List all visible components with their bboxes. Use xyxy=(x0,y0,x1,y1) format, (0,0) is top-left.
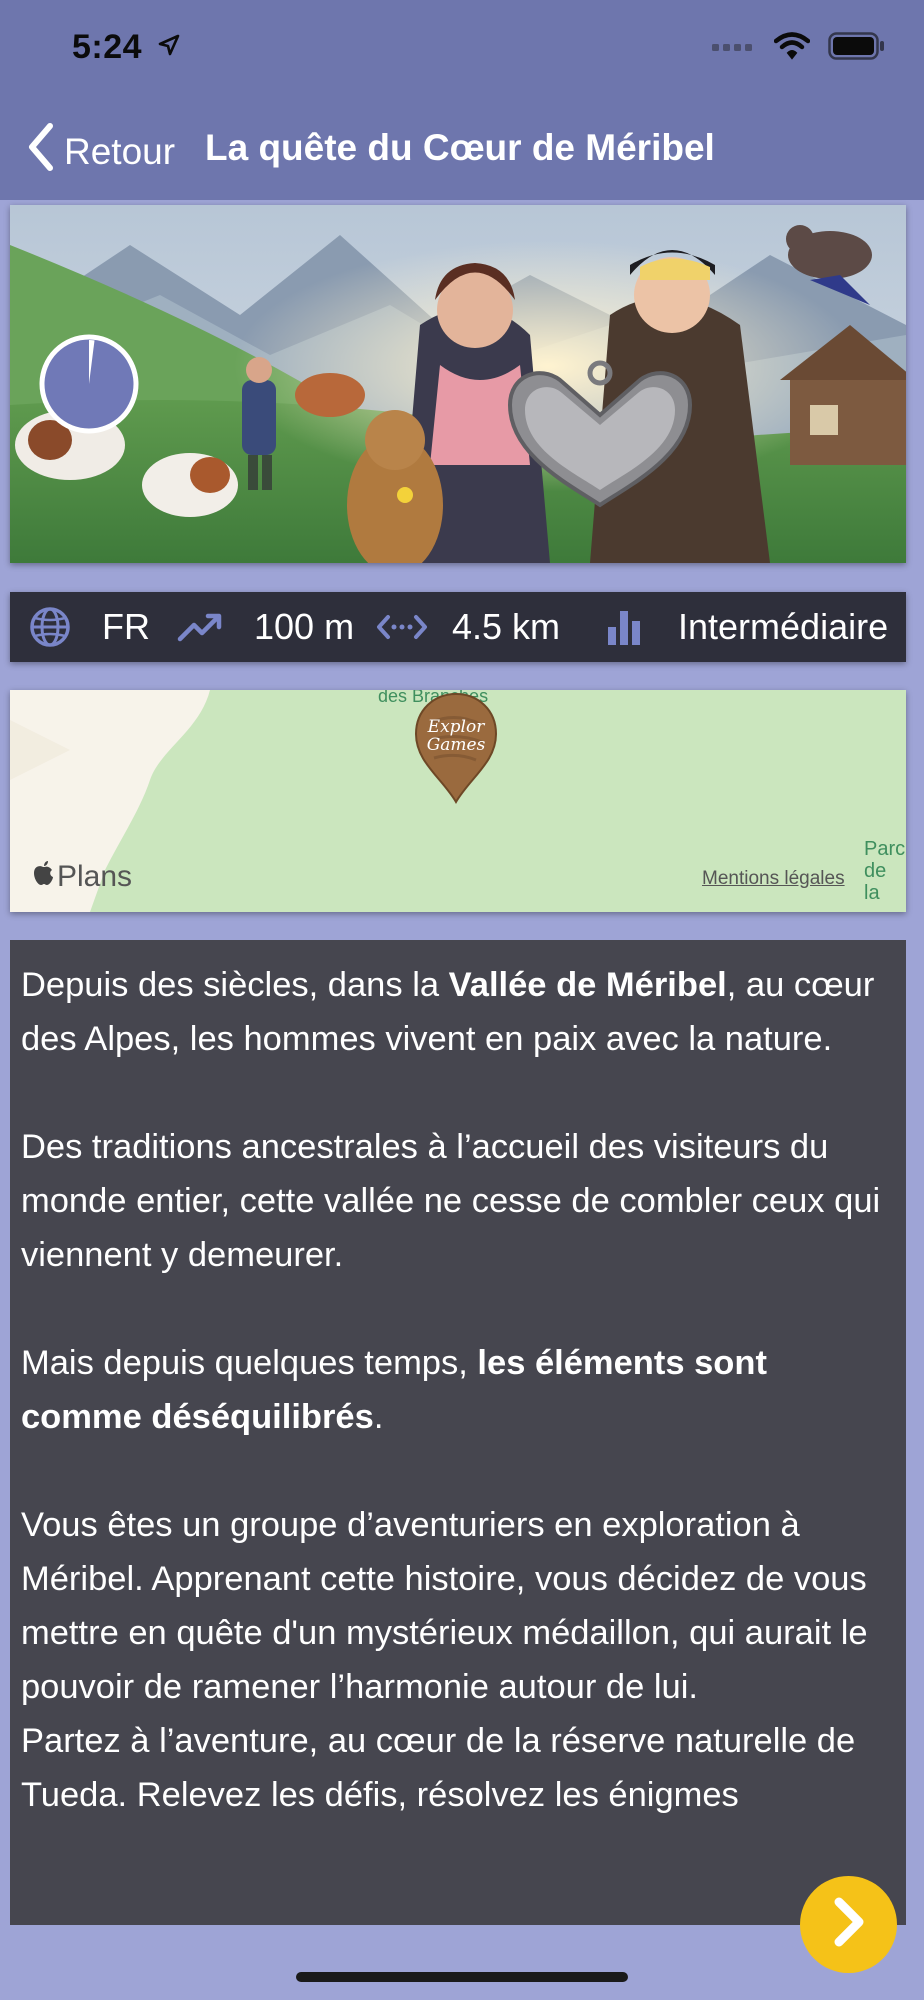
page-title: La quête du Cœur de Méribel xyxy=(205,127,715,168)
next-button[interactable] xyxy=(800,1876,897,1973)
legal-link[interactable]: Mentions légales xyxy=(702,868,845,890)
map-pin-label: Explor Games xyxy=(426,717,486,755)
chevron-left-icon xyxy=(26,122,56,181)
globe-icon xyxy=(28,605,72,649)
chevron-right-icon xyxy=(829,1896,869,1953)
signal-icon xyxy=(712,39,756,58)
map-place-line: Parc xyxy=(864,838,906,860)
map-place-line: de la xyxy=(864,860,887,904)
language-stat: FR xyxy=(28,592,150,662)
elevation-stat: 100 m xyxy=(176,592,354,662)
difficulty-value: Intermédiaire xyxy=(678,606,889,647)
hero-illustration xyxy=(10,205,906,563)
difficulty-stat: Intermédiaire xyxy=(604,592,888,662)
language-value: FR xyxy=(102,606,150,647)
location-arrow-icon xyxy=(158,34,180,61)
description-paragraph: Partez à l’aventure, au cœur de la réser… xyxy=(21,1722,856,1814)
home-indicator[interactable] xyxy=(296,1972,628,1982)
battery-icon xyxy=(828,32,886,65)
wifi-icon xyxy=(773,32,811,65)
description-paragraph: Mais depuis quelques temps, les éléments… xyxy=(21,1336,894,1444)
trending-up-icon xyxy=(176,607,224,647)
back-label: Retour xyxy=(64,130,176,172)
description-paragraph: Des traditions ancestrales à l’accueil d… xyxy=(21,1128,881,1274)
description-paragraph: Depuis des siècles, dans la Vallée de Mé… xyxy=(21,958,894,1066)
back-button[interactable]: Retour xyxy=(26,122,175,181)
map-view[interactable]: des Branches Explor Games Plans Mentions… xyxy=(10,690,906,912)
distance-arrows-icon xyxy=(376,609,428,645)
description-paragraph: Vous êtes un groupe d’aventuriers en exp… xyxy=(21,1506,868,1706)
distance-stat: 4.5 km xyxy=(376,592,560,662)
quest-info-bar: FR 100 m 4.5 km Intermédiaire xyxy=(10,592,906,662)
text-run: Mais depuis quelques temps, xyxy=(21,1344,478,1382)
bar-chart-icon xyxy=(604,607,644,647)
distance-value: 4.5 km xyxy=(452,606,561,647)
text-run-bold: Vallée de Méribel xyxy=(448,966,727,1004)
quest-description: Depuis des siècles, dans la Vallée de Mé… xyxy=(10,940,906,1925)
text-run: Depuis des siècles, dans la xyxy=(21,966,449,1004)
progress-ring xyxy=(39,334,139,434)
map-attribution-label: Plans xyxy=(57,860,133,893)
status-icons xyxy=(712,32,886,65)
quest-map-pin[interactable]: Explor Games xyxy=(412,692,500,804)
navigation-bar: Retour La quête du Cœur de Méribel xyxy=(0,100,924,200)
status-bar: 5:24 xyxy=(0,0,924,100)
map-place-label-2: Parc de la xyxy=(864,838,906,904)
elevation-value: 100 m xyxy=(254,606,355,647)
text-run: . xyxy=(373,1398,384,1436)
map-attribution: Plans xyxy=(32,860,132,894)
apple-logo-icon xyxy=(32,860,54,894)
hero-image xyxy=(10,205,906,563)
status-time: 5:24 xyxy=(72,28,143,66)
